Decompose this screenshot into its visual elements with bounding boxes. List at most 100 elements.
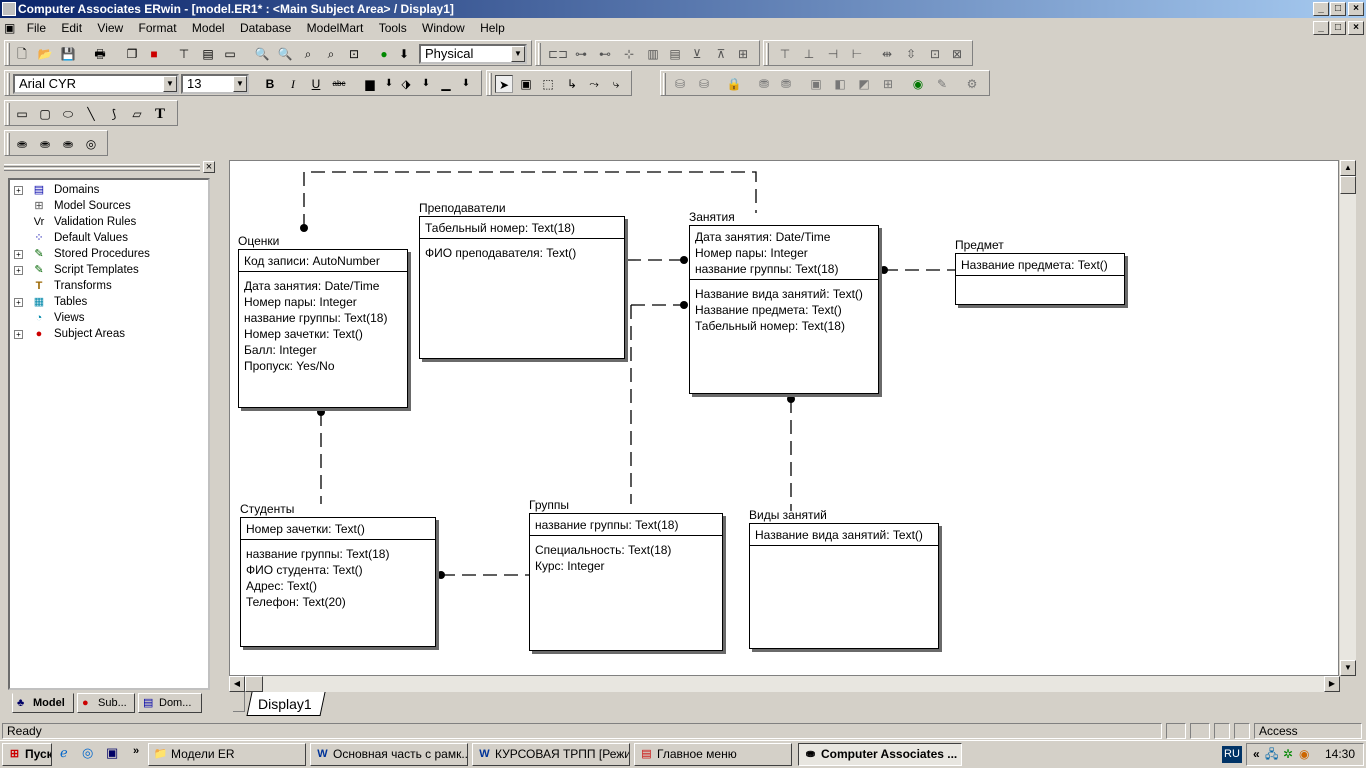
tray-app-2-icon[interactable]: ◉ xyxy=(1299,744,1309,765)
vertical-scrollbar[interactable]: ▲ ▼ xyxy=(1340,160,1356,676)
layout-icon-9[interactable]: ⊞ xyxy=(734,45,752,63)
db-icon-3[interactable]: ⛃ xyxy=(755,75,773,93)
tab-display1[interactable]: Display1 xyxy=(246,692,326,716)
line-icon[interactable]: ╲ xyxy=(82,105,100,123)
zoom-fit-icon[interactable]: ⌕ xyxy=(322,45,340,63)
scroll-down-icon[interactable]: ▼ xyxy=(1340,660,1356,676)
horizontal-scroll-thumb[interactable] xyxy=(245,676,263,692)
many-to-many-icon[interactable]: ⤳ xyxy=(585,75,603,93)
lock-icon[interactable]: 🔒 xyxy=(725,75,743,93)
mart-icon-2[interactable]: ⛂ xyxy=(36,135,54,153)
rectangle-icon[interactable]: ▭ xyxy=(13,105,31,123)
attr[interactable]: Табельный номер: Text(18) xyxy=(425,220,619,236)
align-right-icon[interactable]: ⊢ xyxy=(848,45,866,63)
align-top-icon[interactable]: ⊤ xyxy=(776,45,794,63)
attr[interactable]: ФИО студента: Text() xyxy=(246,562,430,578)
db-icon-1[interactable]: ⛁ xyxy=(671,75,689,93)
space-h-icon[interactable]: ⇹ xyxy=(878,45,896,63)
attr[interactable]: Дата занятия: Date/Time xyxy=(695,229,873,245)
menu-view[interactable]: View xyxy=(91,18,129,38)
layout-icon-8[interactable]: ⊼ xyxy=(712,45,730,63)
layout-icon-3[interactable]: ⊷ xyxy=(596,45,614,63)
dropdown-arrow-icon[interactable]: ⬇ xyxy=(395,45,413,63)
menu-file[interactable]: File xyxy=(21,18,52,38)
new-icon[interactable]: 🗋 xyxy=(13,45,31,63)
zoom-out-icon[interactable]: 🔍 xyxy=(253,45,271,63)
attr[interactable]: Дата занятия: Date/Time xyxy=(244,278,402,294)
menu-window[interactable]: Window xyxy=(416,18,471,38)
zoom-page-icon[interactable]: ⊡ xyxy=(345,45,363,63)
tab-subject-areas[interactable]: ● Sub... xyxy=(77,693,135,713)
task-word-1[interactable]: W Основная часть с рамк... xyxy=(310,743,468,766)
chevron-down-icon[interactable]: ▼ xyxy=(163,76,177,92)
polygon-icon[interactable]: ▱ xyxy=(128,105,146,123)
doc-close-button[interactable]: × xyxy=(1348,21,1364,35)
db-icon-9[interactable]: ◉ xyxy=(909,75,927,93)
attr[interactable]: Номер зачетки: Text() xyxy=(244,326,402,342)
menu-database[interactable]: Database xyxy=(234,18,297,38)
space-v-icon[interactable]: ⇳ xyxy=(902,45,920,63)
save-icon[interactable]: 💾 xyxy=(59,45,77,63)
close-pane-icon[interactable]: × xyxy=(203,161,215,173)
attr[interactable]: название группы: Text(18) xyxy=(246,546,430,562)
doc-minimize-button[interactable]: _ xyxy=(1313,21,1329,35)
entity-predmet[interactable]: Название предмета: Text() xyxy=(955,253,1125,305)
expand-icon[interactable]: + xyxy=(14,298,23,307)
db-icon-4[interactable]: ⛃ xyxy=(777,75,795,93)
network-icon[interactable]: 🖧 xyxy=(1265,744,1278,765)
attr[interactable]: название группы: Text(18) xyxy=(695,261,873,277)
entity-vidy[interactable]: Название вида занятий: Text() xyxy=(749,523,939,649)
attr[interactable]: Номер зачетки: Text() xyxy=(246,521,430,537)
entity-studenty[interactable]: Номер зачетки: Text() название группы: T… xyxy=(240,517,436,647)
font-color-arrow-icon[interactable]: ⬇ xyxy=(380,75,398,93)
attr[interactable]: Название предмета: Text() xyxy=(961,257,1119,273)
layout-icon-6[interactable]: ▤ xyxy=(666,45,684,63)
font-name-select[interactable]: Arial CYR ▼ xyxy=(13,74,179,94)
expand-icon[interactable]: + xyxy=(14,186,23,195)
quicklaunch-more-icon[interactable]: » xyxy=(133,745,143,763)
menu-modelmart[interactable]: ModelMart xyxy=(301,18,370,38)
entity-ocenki[interactable]: Код записи: AutoNumber Дата занятия: Dat… xyxy=(238,249,408,408)
line-color-icon[interactable]: ▁ xyxy=(437,75,455,93)
align-left-icon[interactable]: ⊣ xyxy=(824,45,842,63)
menu-edit[interactable]: Edit xyxy=(55,18,88,38)
attr[interactable]: Курс: Integer xyxy=(535,558,717,574)
zoom-in-icon[interactable]: 🔍 xyxy=(276,45,294,63)
erwin-app-icon[interactable] xyxy=(2,2,16,16)
chevron-down-icon[interactable]: ▼ xyxy=(233,76,247,92)
task-erwin[interactable]: ⛂ Computer Associates ... xyxy=(798,743,962,766)
align-bottom-icon[interactable]: ⊥ xyxy=(800,45,818,63)
task-main-menu[interactable]: ▤ Главное меню xyxy=(634,743,792,766)
db-icon-2[interactable]: ⛁ xyxy=(695,75,713,93)
attr[interactable]: Код записи: AutoNumber xyxy=(244,253,402,269)
db-icon-8[interactable]: ⊞ xyxy=(879,75,897,93)
close-button[interactable]: × xyxy=(1348,2,1364,16)
relationship-tool-icon[interactable]: ↳ xyxy=(563,75,581,93)
model-tree[interactable]: + ▤ Domains ⊞ Model Sources Vr Validation Ru… xyxy=(8,178,210,690)
outlook-icon[interactable]: ◎ xyxy=(82,745,100,763)
format-painter-icon[interactable]: ⊤ xyxy=(175,45,193,63)
layout-icon-2[interactable]: ⊶ xyxy=(572,45,590,63)
tray-expand-icon[interactable]: « xyxy=(1253,744,1260,765)
attr[interactable]: Табельный номер: Text(18) xyxy=(695,318,873,334)
tab-model[interactable]: ♣ Model xyxy=(12,693,74,713)
doc-icon[interactable]: ▣ xyxy=(0,18,17,38)
db-icon-7[interactable]: ◩ xyxy=(855,75,873,93)
mart-icon-1[interactable]: ⛂ xyxy=(13,135,31,153)
save-quick-icon[interactable]: ▣ xyxy=(106,745,124,763)
entity-zanyatiya[interactable]: Дата занятия: Date/Time Номер пары: Inte… xyxy=(689,225,879,394)
attr[interactable]: Название предмета: Text() xyxy=(695,302,873,318)
minimize-button[interactable]: _ xyxy=(1313,2,1329,16)
tab-scroll-icon[interactable] xyxy=(233,692,245,712)
language-indicator[interactable]: RU xyxy=(1222,746,1242,763)
open-icon[interactable]: 📂 xyxy=(36,45,54,63)
non-identifying-icon[interactable]: ⤷ xyxy=(607,75,625,93)
diagram-canvas[interactable]: Оценки Код записи: AutoNumber Дата занят… xyxy=(229,160,1339,676)
attr[interactable]: Телефон: Text(20) xyxy=(246,594,430,610)
mart-icon-4[interactable]: ◎ xyxy=(82,135,100,153)
start-button[interactable]: ⊞ Пуск xyxy=(2,743,52,766)
text-tool-icon[interactable]: T xyxy=(151,105,169,123)
fill-color-arrow-icon[interactable]: ⬇ xyxy=(417,75,435,93)
expand-icon[interactable]: + xyxy=(14,250,23,259)
layout-icon-7[interactable]: ⊻ xyxy=(688,45,706,63)
